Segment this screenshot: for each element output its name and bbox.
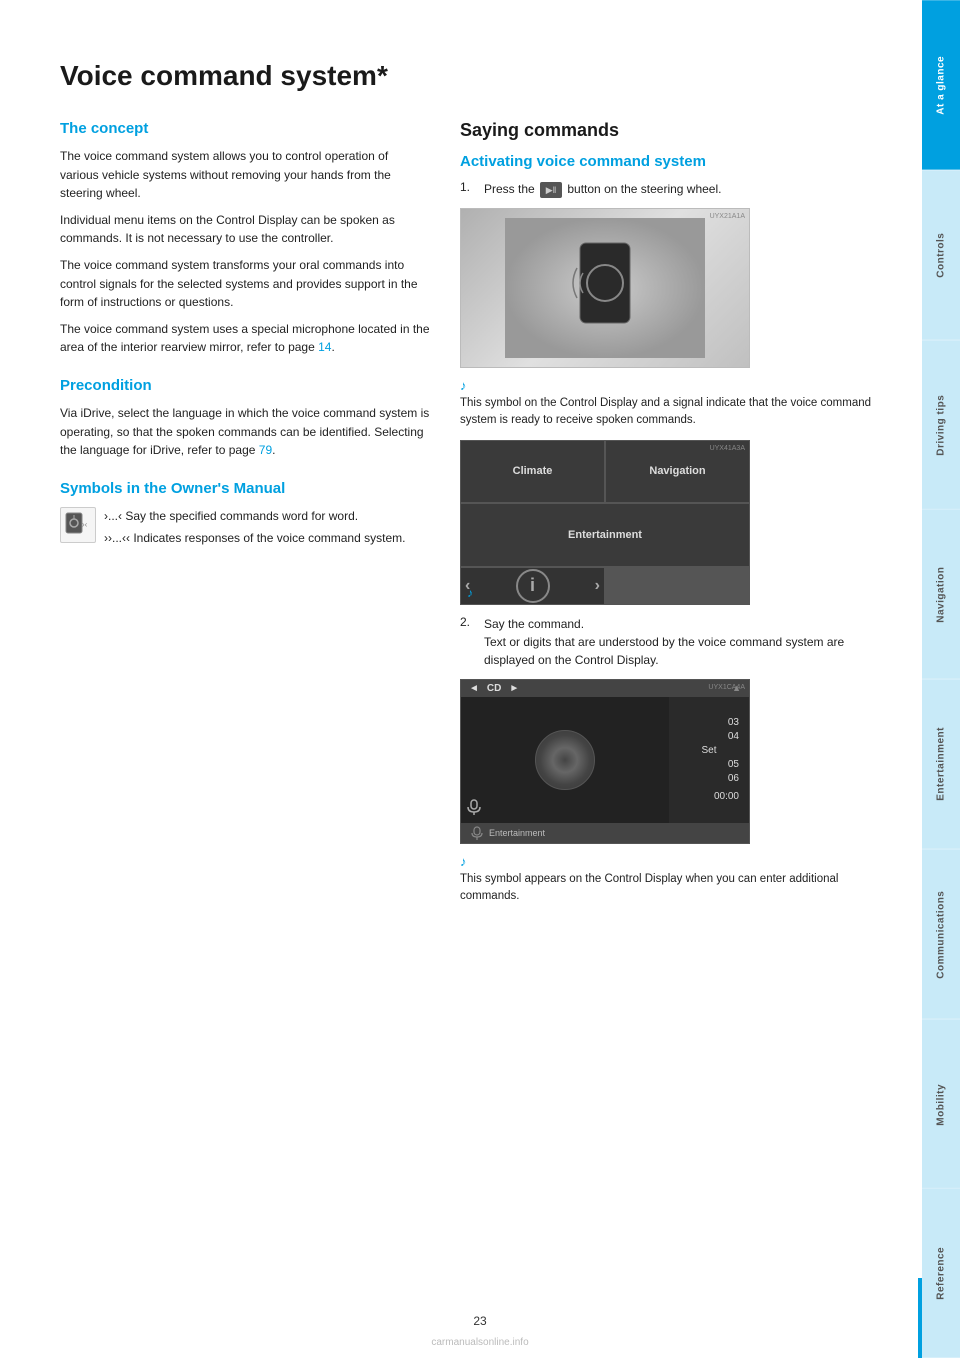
- step-1-text: Press the ▶‖ button on the steering whee…: [484, 180, 721, 198]
- ss3-entertainment-label: Entertainment: [489, 828, 545, 838]
- symbol-row-2: ››...‹‹ Indicates responses of the voice…: [104, 529, 405, 547]
- sidebar-tab-navigation[interactable]: Navigation: [922, 509, 960, 679]
- step-1: 1. Press the ▶‖ button on the steering w…: [460, 180, 872, 198]
- concept-para-2: Individual menu items on the Control Dis…: [60, 211, 430, 248]
- svg-text:›‹: ›‹: [82, 520, 88, 529]
- cd-next: ►: [509, 683, 519, 694]
- caption-1: This symbol on the Control Display and a…: [460, 395, 872, 430]
- two-column-layout: The concept The voice command system all…: [60, 120, 872, 913]
- concept-para-3: The voice command system transforms your…: [60, 256, 430, 312]
- symbol-row-1: ›...‹ Say the specified commands word fo…: [104, 507, 405, 525]
- symbols-block: ›‹ ›...‹ Say the specified commands word…: [60, 507, 430, 551]
- ss3-disc-area: [461, 697, 669, 823]
- screenshot-steering-wheel: UYX21A1A: [460, 208, 750, 368]
- left-column: The concept The voice command system all…: [60, 120, 430, 913]
- ss3-time-display: 00:00: [673, 791, 745, 802]
- right-column: Saying commands Activating voice command…: [460, 120, 872, 913]
- screenshot-1-label: UYX21A1A: [710, 213, 745, 220]
- symbol-text-block: ›...‹ Say the specified commands word fo…: [104, 507, 405, 551]
- ss2-center: i ‹ ›: [461, 568, 604, 604]
- sidebar-tab-entertainment[interactable]: Entertainment: [922, 679, 960, 849]
- screenshot-1-inner: [461, 209, 749, 367]
- mic-symbol-2: ♪: [460, 854, 872, 869]
- ss3-set-label: Set: [701, 745, 716, 756]
- ss2-right-arrow: ›: [595, 577, 600, 595]
- link-79[interactable]: 79: [259, 443, 272, 457]
- concept-para-1: The voice command system allows you to c…: [60, 147, 430, 203]
- page-indicator-bar: [918, 1278, 922, 1358]
- concept-heading: The concept: [60, 120, 430, 137]
- page-title: Voice command system*: [60, 60, 872, 92]
- ss3-track-05: 05: [673, 759, 745, 770]
- screenshot-3-label: UYX1CA4A: [708, 684, 745, 691]
- screenshot-cd-display: ◄ CD ► ▲: [460, 679, 750, 844]
- sidebar-tab-reference[interactable]: Reference: [922, 1188, 960, 1358]
- ss2-climate: Climate: [461, 441, 604, 503]
- symbol-2-text: ››...‹‹ Indicates responses of the voice…: [104, 531, 405, 545]
- ss2-grid: Climate Navigation i ‹ ›: [461, 441, 749, 604]
- saying-commands-title: Saying commands: [460, 120, 872, 141]
- sidebar-tab-driving-tips[interactable]: Driving tips: [922, 340, 960, 510]
- ss3-disc: [535, 730, 595, 790]
- ss3-tracklist: 03 04 Set 05 06 00:00: [669, 697, 749, 823]
- ss3-track-03: 03: [673, 717, 745, 728]
- precondition-heading: Precondition: [60, 377, 430, 394]
- page-container: Voice command system* The concept The vo…: [0, 0, 960, 1358]
- step-2-num: 2.: [460, 615, 476, 629]
- cd-label: CD: [487, 683, 501, 694]
- watermark: carmanualsonline.info: [431, 1337, 528, 1348]
- ss3-track-04: 04: [673, 731, 745, 742]
- activating-heading: Activating voice command system: [460, 153, 872, 170]
- main-content: Voice command system* The concept The vo…: [0, 0, 922, 1358]
- ss3-mic-symbol: [465, 798, 483, 819]
- symbol-icon: ›‹: [60, 507, 96, 543]
- caption-2-wrapper: ♪ This symbol appears on the Control Dis…: [460, 854, 872, 906]
- step-1-num: 1.: [460, 180, 476, 194]
- ss3-main: 03 04 Set 05 06 00:00: [461, 697, 749, 823]
- symbols-heading: Symbols in the Owner's Manual: [60, 480, 430, 497]
- ss3-mic-icon-bottom: [469, 825, 485, 841]
- symbol-1-text: ›...‹ Say the specified commands word fo…: [104, 509, 358, 523]
- sidebar-tab-mobility[interactable]: Mobility: [922, 1019, 960, 1189]
- cd-prev: ◄: [469, 683, 479, 694]
- caption-1-wrapper: ♪ This symbol on the Control Display and…: [460, 378, 872, 430]
- screenshot-2-label: UYX41A3A: [710, 445, 745, 452]
- link-14[interactable]: 14: [318, 340, 331, 354]
- voice-button-icon: ▶‖: [540, 182, 562, 198]
- step-2-text: Say the command. Text or digits that are…: [484, 615, 872, 669]
- ss3-top-bar: ◄ CD ► ▲: [461, 680, 749, 697]
- ss3-bottom-bar: Entertainment: [461, 823, 749, 843]
- sidebar-tab-controls[interactable]: Controls: [922, 170, 960, 340]
- page-number: 23: [473, 1314, 486, 1328]
- caption-2: This symbol appears on the Control Displ…: [460, 871, 872, 906]
- concept-para-4: The voice command system uses a special …: [60, 320, 430, 357]
- mic-symbol-1: ♪: [460, 378, 872, 393]
- sidebar-tab-communications[interactable]: Communications: [922, 849, 960, 1019]
- info-icon: i: [515, 568, 551, 604]
- sidebar: At a glance Controls Driving tips Naviga…: [922, 0, 960, 1358]
- ss2-entertainment: Entertainment: [461, 504, 749, 566]
- step-2: 2. Say the command. Text or digits that …: [460, 615, 872, 669]
- ss3-track-06: 06: [673, 773, 745, 784]
- svg-text:i: i: [530, 575, 535, 595]
- screenshot-control-display: Climate Navigation i ‹ ›: [460, 440, 750, 605]
- steering-wheel-svg: [505, 218, 705, 358]
- sidebar-tab-at-a-glance[interactable]: At a glance: [922, 0, 960, 170]
- mic-indicator-2: ♪: [467, 586, 473, 600]
- precondition-text: Via iDrive, select the language in which…: [60, 404, 430, 460]
